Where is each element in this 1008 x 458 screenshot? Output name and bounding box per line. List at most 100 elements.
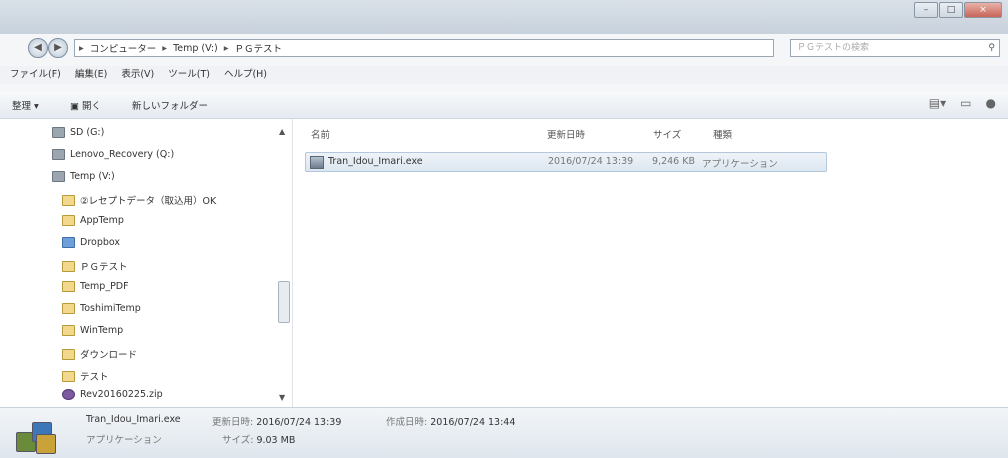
nav-item-lenovo-recovery[interactable]: Lenovo_Recovery (Q:) [52,149,174,160]
menu-edit[interactable]: 編集(E) [75,66,107,84]
scrollbar-thumb[interactable] [278,281,290,323]
details-size-value: 9.03 MB [256,435,296,446]
details-modified-label: 更新日時: [212,417,254,428]
nav-item-label: Temp_PDF [80,281,129,292]
folder-icon [62,281,75,292]
file-row[interactable]: Tran_Idou_Imari.exe 2016/07/24 13:39 9,2… [305,152,827,172]
nav-item-label: Dropbox [80,237,121,248]
dropbox-icon [62,237,75,248]
preview-pane-icon[interactable]: ▭ [960,96,971,110]
details-size: サイズ: 9.03 MB [222,432,295,446]
help-icon[interactable]: ● [986,96,996,110]
forward-arrow-icon[interactable]: ▶ [48,38,68,58]
search-placeholder: ＰＧテストの検索 [797,43,870,53]
window-controls: – □ × [914,2,1002,18]
column-header-type[interactable]: 種類 [713,127,732,141]
breadcrumb-pgtest[interactable]: ＰＧテスト [235,41,283,55]
view-controls: ▤▾ ▭ ● [929,96,996,110]
details-created: 作成日時: 2016/07/24 13:44 [386,414,515,428]
file-list-pane: 名前 更新日時 サイズ 種類 Tran_Idou_Imari.exe 2016/… [293,119,1008,407]
folder-icon [62,303,75,314]
view-options-icon[interactable]: ▤▾ [929,96,946,110]
nav-item-label: SD (G:) [70,127,105,138]
file-size: 9,246 KB [652,156,695,167]
nav-item-pgtest[interactable]: ＰＧテスト [62,259,128,273]
drive-icon [52,149,65,160]
nav-item-label: WinTemp [80,325,124,336]
chevron-right-icon: ▸ [162,42,168,54]
details-modified-value: 2016/07/24 13:39 [256,417,342,428]
scroll-down-arrow-icon[interactable]: ▼ [279,393,285,402]
nav-item-apptemp[interactable]: AppTemp [62,215,124,226]
close-button[interactable]: × [964,2,1002,18]
column-header-modified[interactable]: 更新日時 [547,127,585,141]
title-bar: – □ × [0,0,1008,34]
chevron-right-icon: ▸ [79,42,84,54]
menu-view[interactable]: 表示(V) [121,66,154,84]
nav-item-label: ToshimiTemp [80,303,141,314]
nav-item-receipt-data[interactable]: ②レセプトデータ（取込用）OK [62,193,216,207]
breadcrumb-temp[interactable]: Temp (V:) [173,43,218,54]
drive-icon [52,127,65,138]
nav-item-label: Temp (V:) [70,171,115,182]
menu-bar: ファイル(F) 編集(E) 表示(V) ツール(T) ヘルプ(H) [0,66,1008,84]
folder-icon [62,348,75,360]
chevron-right-icon: ▸ [223,42,229,54]
nav-item-label: ②レセプトデータ（取込用）OK [80,196,217,207]
scroll-up-arrow-icon[interactable]: ▲ [279,127,285,136]
column-header-name[interactable]: 名前 [311,127,330,141]
organize-button[interactable]: 整理 ▾ [12,98,39,112]
navigation-bar: ◀ ▶ ▸ コンピューター ▸ Temp (V:) ▸ ＰＧテスト ＰＧテストの… [0,34,1008,60]
navigation-pane: ▲ ▼ SD (G:) Lenovo_Recovery (Q:) Temp (V… [0,119,293,407]
application-icon [16,420,56,454]
nav-item-label: Rev20160225.zip [80,389,163,400]
nav-item-downloads[interactable]: ダウンロード [62,347,137,361]
column-header-size[interactable]: サイズ [653,127,681,141]
folder-icon [62,194,75,206]
nav-item-wintemp[interactable]: WinTemp [62,325,123,336]
details-modified: 更新日時: 2016/07/24 13:39 [212,414,341,428]
open-label: 開く [82,101,102,112]
details-created-value: 2016/07/24 13:44 [430,417,516,428]
details-size-label: サイズ: [222,435,254,446]
maximize-button[interactable]: □ [939,2,963,18]
details-filename: Tran_Idou_Imari.exe [86,414,181,425]
nav-item-label: ＰＧテスト [80,262,128,273]
file-type: アプリケーション [702,159,778,170]
menu-tools[interactable]: ツール(T) [168,66,210,84]
file-name: Tran_Idou_Imari.exe [328,156,423,167]
open-button[interactable]: ▣ 開く [70,98,101,112]
file-modified: 2016/07/24 13:39 [548,156,634,167]
nav-item-temp[interactable]: Temp (V:) [52,171,115,182]
drive-icon [52,171,65,182]
search-icon[interactable]: ⚲ [988,40,995,56]
back-arrow-icon[interactable]: ◀ [28,38,48,58]
open-icon: ▣ [70,101,79,112]
menu-help[interactable]: ヘルプ(H) [224,66,267,84]
nav-item-toshimitemp[interactable]: ToshimiTemp [62,303,141,314]
address-bar[interactable]: ▸ コンピューター ▸ Temp (V:) ▸ ＰＧテスト [74,39,774,57]
search-input[interactable]: ＰＧテストの検索 ⚲ [790,39,1000,57]
nav-item-temp-pdf[interactable]: Temp_PDF [62,281,129,292]
command-toolbar: 整理 ▾ ▣ 開く 新しいフォルダー ▤▾ ▭ ● [0,92,1008,119]
nav-item-test[interactable]: テスト [62,369,109,383]
details-created-label: 作成日時: [386,417,428,428]
folder-icon [62,325,75,336]
details-pane: Tran_Idou_Imari.exe 更新日時: 2016/07/24 13:… [0,407,1008,458]
zip-file-icon [62,389,75,400]
application-icon [310,156,324,169]
nav-item-rev-zip[interactable]: Rev20160225.zip [62,389,163,400]
nav-item-dropbox[interactable]: Dropbox [62,237,120,248]
details-type: アプリケーション [86,435,162,446]
new-folder-button[interactable]: 新しいフォルダー [132,98,208,112]
nav-item-label: AppTemp [80,215,124,226]
nav-item-label: Lenovo_Recovery (Q:) [70,149,175,160]
folder-icon [62,260,75,272]
breadcrumb-computer[interactable]: コンピューター [90,41,157,55]
folder-icon [62,370,75,382]
nav-item-label: テスト [80,372,109,383]
minimize-button[interactable]: – [914,2,938,18]
nav-item-label: ダウンロード [80,350,138,361]
nav-item-sd[interactable]: SD (G:) [52,127,104,138]
menu-file[interactable]: ファイル(F) [10,66,61,84]
